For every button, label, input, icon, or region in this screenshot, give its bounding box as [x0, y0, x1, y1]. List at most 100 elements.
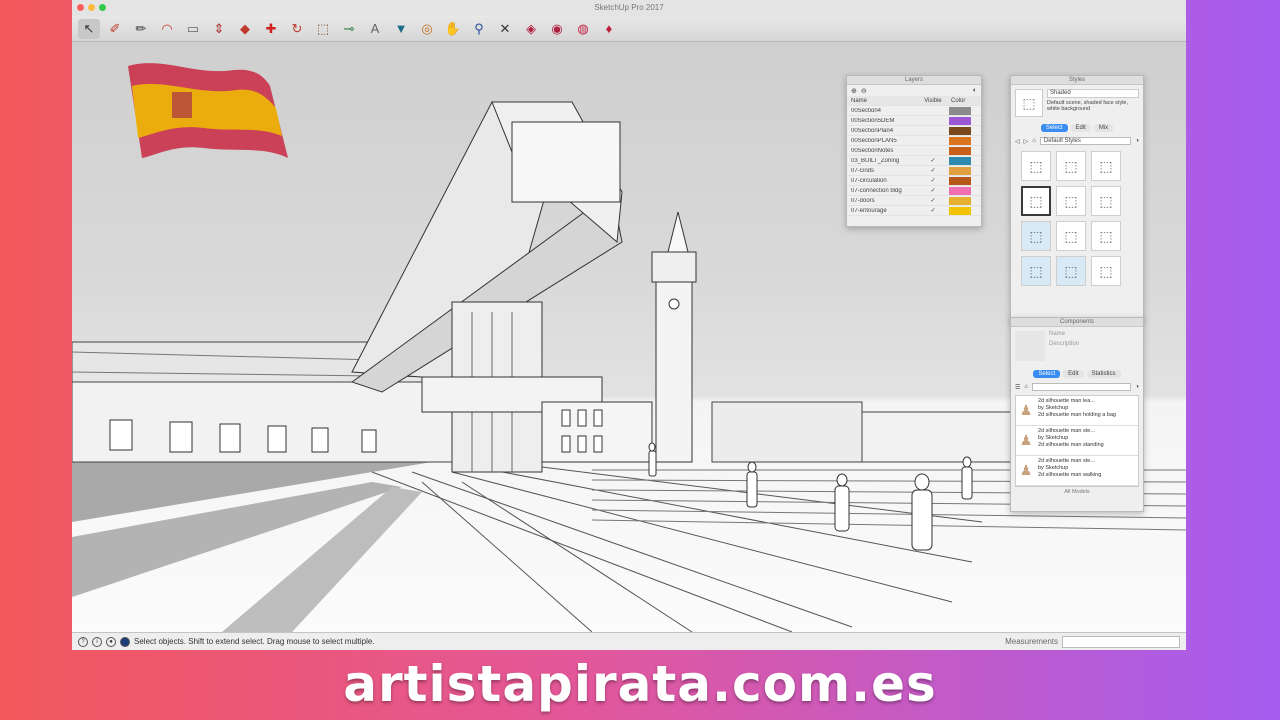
site-watermark: artistapirata.com.es: [343, 655, 937, 713]
style-thumb[interactable]: ⬚: [1091, 151, 1121, 181]
layer-color-swatch[interactable]: [949, 136, 971, 145]
components-search-input[interactable]: [1032, 383, 1132, 391]
zoom-extents-icon[interactable]: ✕: [494, 19, 516, 39]
tape-measure-icon[interactable]: ⊸: [338, 19, 360, 39]
details-icon[interactable]: ◑: [1135, 138, 1139, 144]
back-arrow-icon[interactable]: ◁: [1015, 138, 1020, 145]
list-view-icon[interactable]: ☰: [1015, 384, 1020, 391]
layer-color-swatch[interactable]: [949, 156, 971, 165]
rectangle-icon[interactable]: ▭: [182, 19, 204, 39]
layer-name: 07-connection bldg: [851, 187, 902, 194]
arc-icon[interactable]: ◠: [156, 19, 178, 39]
style-thumb-selected[interactable]: ⬚: [1021, 186, 1051, 216]
warehouse-icon[interactable]: ◈: [520, 19, 542, 39]
style-thumb[interactable]: ⬚: [1056, 151, 1086, 181]
component-item[interactable]: ♟ 2d silhouette man ste... by Sketchup 2d s…: [1016, 426, 1138, 456]
layer-color-swatch[interactable]: [949, 206, 971, 215]
scale-icon[interactable]: ⬚: [312, 19, 334, 39]
component-item[interactable]: ♟ 2d silhouette man lea... by Sketchup 2d s…: [1016, 396, 1138, 426]
layer-row[interactable]: 07-Grids ✓: [847, 166, 981, 176]
layer-row[interactable]: 00Section4: [847, 106, 981, 116]
style-thumb[interactable]: ⬚: [1021, 151, 1051, 181]
styles-tab[interactable]: Select: [1040, 124, 1068, 132]
paint-bucket-icon[interactable]: ▼: [390, 19, 412, 39]
measurements-input[interactable]: [1062, 635, 1180, 648]
pencil-line-icon[interactable]: ✏: [130, 19, 152, 39]
follow-me-icon[interactable]: ◆: [234, 19, 256, 39]
layer-visible-checkbox[interactable]: ✓: [923, 187, 943, 194]
styles-tab[interactable]: Mix: [1093, 124, 1114, 132]
layer-visible-checkbox[interactable]: ✓: [923, 207, 943, 214]
layer-color-swatch[interactable]: [949, 166, 971, 175]
rotate-icon[interactable]: ↻: [286, 19, 308, 39]
tower-top: [651, 251, 697, 283]
close-window-button[interactable]: [77, 4, 84, 11]
styles-tab[interactable]: Edit: [1070, 124, 1091, 132]
style-thumb[interactable]: ⬚: [1056, 256, 1086, 286]
layer-color-swatch[interactable]: [949, 176, 971, 185]
layer-options-icon[interactable]: ◐: [973, 87, 977, 94]
layer-color-swatch[interactable]: [949, 126, 971, 135]
home-icon[interactable]: ⌂: [1032, 138, 1036, 144]
styles-collection-dropdown[interactable]: Default Styles: [1039, 137, 1132, 145]
geo-location-icon[interactable]: ?: [78, 636, 88, 647]
component-desc: 2d silhouette man standing: [1038, 442, 1104, 448]
style-name-field[interactable]: Shaded: [1047, 89, 1139, 98]
layer-visible-checkbox[interactable]: ✓: [923, 157, 943, 164]
layer-color-swatch[interactable]: [949, 146, 971, 155]
layer-name: 00Section4: [851, 107, 882, 114]
person-silhouette-icon: ♟: [1019, 402, 1033, 418]
credits-icon[interactable]: i: [92, 636, 102, 647]
remove-layer-icon[interactable]: ⊖: [861, 87, 867, 95]
forward-arrow-icon[interactable]: ▷: [1024, 138, 1029, 145]
instructor-icon[interactable]: [120, 636, 130, 647]
layout-icon[interactable]: ◍: [572, 19, 594, 39]
user-icon[interactable]: ●: [106, 636, 116, 647]
layer-color-swatch[interactable]: [949, 106, 971, 115]
select-arrow-icon[interactable]: ↖: [78, 18, 100, 39]
eraser-icon[interactable]: ✐: [104, 19, 126, 39]
layer-color-swatch[interactable]: [949, 186, 971, 195]
ruby-icon[interactable]: ♦: [598, 19, 620, 39]
layer-row[interactable]: 03_BUILT_Zoning ✓: [847, 156, 981, 166]
3d-viewport[interactable]: Layers ⊕ ⊖ ◐ Name Visible Color 00Sectio…: [72, 42, 1186, 632]
add-layer-icon[interactable]: ⊕: [851, 87, 857, 95]
details-icon[interactable]: ◑: [1135, 384, 1139, 390]
layer-row[interactable]: 00SectionPlan4: [847, 126, 981, 136]
minimize-window-button[interactable]: [88, 4, 95, 11]
components-tab[interactable]: Statistics: [1086, 370, 1121, 378]
layer-row[interactable]: 07-entourage ✓: [847, 206, 981, 216]
components-tab[interactable]: Select: [1033, 370, 1061, 378]
move-icon[interactable]: ✚: [260, 19, 282, 39]
orbit-icon[interactable]: ◎: [416, 19, 438, 39]
style-thumb[interactable]: ⬚: [1091, 221, 1121, 251]
style-thumb[interactable]: ⬚: [1056, 221, 1086, 251]
style-thumb[interactable]: ⬚: [1021, 221, 1051, 251]
zoom-window-button[interactable]: [99, 4, 106, 11]
style-thumb[interactable]: ⬚: [1056, 186, 1086, 216]
pan-icon[interactable]: ✋: [442, 19, 464, 39]
layer-row[interactable]: 07-doors ✓: [847, 196, 981, 206]
extension-warehouse-icon[interactable]: ◉: [546, 19, 568, 39]
components-tab[interactable]: Edit: [1063, 370, 1084, 378]
push-pull-icon[interactable]: ⇕: [208, 19, 230, 39]
layer-row[interactable]: 00SectionPLAN5: [847, 136, 981, 146]
layer-row[interactable]: 00Section5DEM: [847, 116, 981, 126]
layer-row[interactable]: 07-connection bldg ✓: [847, 186, 981, 196]
layer-row[interactable]: 00SectionNotes: [847, 146, 981, 156]
layer-visible-checkbox[interactable]: ✓: [923, 167, 943, 174]
style-thumb[interactable]: ⬚: [1091, 186, 1121, 216]
layers-col-color: Color: [951, 97, 966, 104]
style-thumb[interactable]: ⬚: [1091, 256, 1121, 286]
layer-visible-checkbox[interactable]: ✓: [923, 177, 943, 184]
zoom-icon[interactable]: ⚲: [468, 19, 490, 39]
layer-color-swatch[interactable]: [949, 116, 971, 125]
text-icon[interactable]: A: [364, 19, 386, 39]
layer-row[interactable]: 07-circulation ✓: [847, 176, 981, 186]
style-thumb[interactable]: ⬚: [1021, 256, 1051, 286]
layer-visible-checkbox[interactable]: ✓: [923, 197, 943, 204]
layer-color-swatch[interactable]: [949, 196, 971, 205]
component-item[interactable]: ♟ 2d silhouette man ste... by Sketchup 2d s…: [1016, 456, 1138, 486]
house-icon[interactable]: ⌂: [1024, 384, 1028, 390]
style-description: Default scene, shaded face style, white …: [1047, 100, 1129, 112]
